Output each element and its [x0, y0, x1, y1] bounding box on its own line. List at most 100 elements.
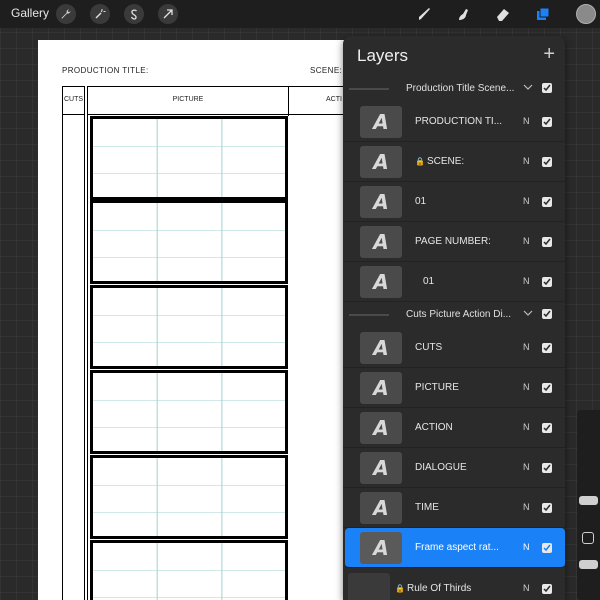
- scene-label: SCENE:: [310, 66, 343, 75]
- visibility-checkbox[interactable]: [542, 343, 552, 353]
- layer-name: Frame aspect rat...: [415, 542, 499, 553]
- visibility-checkbox[interactable]: [542, 423, 552, 433]
- layers-panel: Layers + Production Title Scene... A PRO…: [343, 36, 565, 600]
- layer-row[interactable]: A PICTURE N: [343, 368, 565, 408]
- selection-s-icon[interactable]: [124, 4, 144, 24]
- text-layer-thumbnail: A: [360, 106, 402, 138]
- canvas-page[interactable]: PRODUCTION TITLE: SCENE: CUTS PICTURE AC…: [38, 40, 358, 600]
- smudge-icon[interactable]: [452, 3, 474, 25]
- storyboard-frame[interactable]: [90, 200, 288, 284]
- layers-title: Layers: [357, 46, 409, 65]
- layer-row[interactable]: 🔒 Rule Of Thirds N: [343, 569, 565, 600]
- layer-row[interactable]: A PRODUCTION TI... N: [343, 102, 565, 142]
- visibility-checkbox[interactable]: [542, 237, 552, 247]
- layer-row[interactable]: A PAGE NUMBER: N: [343, 222, 565, 262]
- layer-name: DIALOGUE: [415, 462, 467, 473]
- layer-row[interactable]: A 01 N: [343, 262, 565, 302]
- group-divider: [349, 88, 389, 90]
- chevron-down-icon[interactable]: [523, 82, 533, 92]
- visibility-checkbox[interactable]: [542, 83, 552, 93]
- text-layer-thumbnail: A: [360, 226, 402, 258]
- text-layer-thumbnail: A: [360, 452, 402, 484]
- header-top-border: [87, 86, 358, 87]
- cuts-left-border: [62, 86, 63, 600]
- layer-row[interactable]: A TIME N: [343, 488, 565, 528]
- plus-icon[interactable]: +: [543, 44, 555, 64]
- storyboard-frame[interactable]: [90, 540, 288, 600]
- image-layer-thumbnail: [348, 573, 390, 600]
- visibility-checkbox[interactable]: [542, 157, 552, 167]
- layer-name-locked: 🔒 Rule Of Thirds: [395, 583, 495, 594]
- visibility-checkbox[interactable]: [542, 309, 552, 319]
- header-bottom-border: [87, 114, 358, 115]
- layer-name: 01: [415, 196, 427, 207]
- text-layer-thumbnail: A: [360, 332, 402, 364]
- brush-size-slider[interactable]: [579, 496, 598, 505]
- text-layer-thumbnail: A: [360, 266, 402, 298]
- blend-mode[interactable]: N: [523, 583, 530, 593]
- text-layer-thumbnail: A: [360, 492, 402, 524]
- layer-group-production-title[interactable]: Production Title Scene...: [343, 76, 565, 102]
- brush-icon[interactable]: [413, 3, 435, 25]
- visibility-checkbox[interactable]: [542, 197, 552, 207]
- opacity-slider[interactable]: [579, 560, 598, 569]
- layer-group-cuts-picture[interactable]: Cuts Picture Action Di...: [343, 302, 565, 328]
- layer-row-selected[interactable]: A Frame aspect rat... N: [345, 528, 565, 568]
- blend-mode[interactable]: N: [523, 462, 530, 472]
- side-sliders: [577, 410, 600, 600]
- visibility-checkbox[interactable]: [542, 463, 552, 473]
- lock-icon: 🔒: [415, 157, 425, 166]
- storyboard-frame[interactable]: [90, 116, 288, 200]
- action-left-border: [288, 86, 289, 116]
- blend-mode[interactable]: N: [523, 422, 530, 432]
- layer-name: TIME: [415, 502, 439, 513]
- blend-mode[interactable]: N: [523, 502, 530, 512]
- blend-mode[interactable]: N: [523, 342, 530, 352]
- layer-name: PAGE NUMBER:: [415, 236, 491, 247]
- blend-mode[interactable]: N: [523, 116, 530, 126]
- visibility-checkbox[interactable]: [542, 117, 552, 127]
- layer-row[interactable]: A CUTS N: [343, 328, 565, 368]
- text-layer-thumbnail: A: [360, 412, 402, 444]
- text-layer-thumbnail: A: [360, 146, 402, 178]
- transform-arrow-icon[interactable]: [158, 4, 178, 24]
- layer-row[interactable]: A ACTION N: [343, 408, 565, 448]
- layer-row[interactable]: A 01 N: [343, 182, 565, 222]
- blend-mode[interactable]: N: [523, 542, 530, 552]
- layer-row[interactable]: A DIALOGUE N: [343, 448, 565, 488]
- visibility-checkbox[interactable]: [542, 503, 552, 513]
- visibility-checkbox[interactable]: [542, 584, 552, 594]
- layer-name: PICTURE: [415, 382, 459, 393]
- storyboard-frame[interactable]: [90, 285, 288, 369]
- visibility-checkbox[interactable]: [542, 383, 552, 393]
- picture-column-header: PICTURE: [172, 96, 204, 103]
- text-layer-thumbnail: A: [360, 372, 402, 404]
- cuts-top-border: [62, 86, 85, 87]
- wrench-icon[interactable]: [56, 4, 76, 24]
- group-name: Production Title Scene...: [406, 83, 515, 94]
- visibility-checkbox[interactable]: [542, 277, 552, 287]
- magic-wand-icon[interactable]: [90, 4, 110, 24]
- modify-button[interactable]: [582, 532, 594, 544]
- eraser-icon[interactable]: [492, 3, 514, 25]
- blend-mode[interactable]: N: [523, 156, 530, 166]
- gallery-button[interactable]: Gallery: [11, 6, 49, 20]
- current-color-swatch[interactable]: [576, 4, 596, 24]
- text-layer-thumbnail: A: [360, 186, 402, 218]
- storyboard-frame[interactable]: [90, 455, 288, 539]
- blend-mode[interactable]: N: [523, 382, 530, 392]
- layer-row[interactable]: A 🔒 SCENE: N: [343, 142, 565, 182]
- blend-mode[interactable]: N: [523, 236, 530, 246]
- visibility-checkbox[interactable]: [542, 543, 552, 553]
- layer-name: PRODUCTION TI...: [415, 116, 503, 127]
- layer-name: ACTION: [415, 422, 453, 433]
- text-layer-thumbnail: A: [360, 532, 402, 564]
- group-divider: [349, 314, 389, 316]
- group-name: Cuts Picture Action Di...: [406, 309, 512, 320]
- layers-icon[interactable]: [532, 3, 554, 25]
- storyboard-frame[interactable]: [90, 370, 288, 454]
- chevron-down-icon[interactable]: [523, 308, 533, 318]
- blend-mode[interactable]: N: [523, 196, 530, 206]
- blend-mode[interactable]: N: [523, 276, 530, 286]
- cuts-column-header: CUTS: [63, 96, 84, 103]
